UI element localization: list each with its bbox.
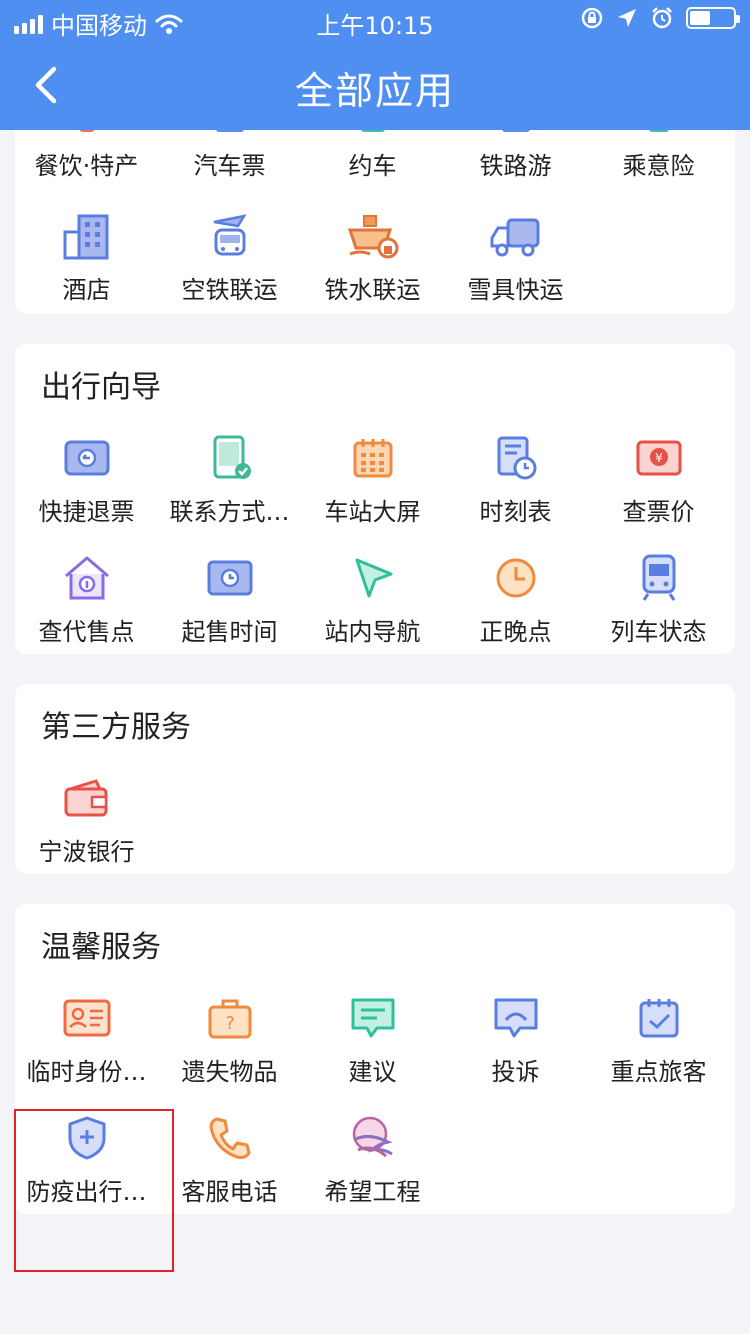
page-title: 全部应用 [294, 69, 455, 113]
app-contact-info[interactable]: 联系方式… [158, 430, 301, 540]
app-rail-water[interactable]: 铁水联运 [301, 208, 444, 318]
id-card-icon [63, 999, 110, 1037]
lost-bag-icon: ? [208, 999, 251, 1039]
app-label: 起售时间 [181, 618, 278, 646]
home-agent-icon [64, 556, 109, 600]
app-label: 时刻表 [479, 498, 552, 526]
ticket-clock-icon [207, 560, 252, 596]
svg-text:¥: ¥ [655, 451, 663, 465]
yen-ticket-icon: ¥ [636, 440, 681, 476]
app-label: 铁水联运 [324, 276, 421, 304]
wallet-icon [64, 779, 107, 817]
top-bar: 中国移动 上午10:15 全部应用 [0, 0, 750, 130]
plane-train-icon [213, 214, 247, 256]
app-suggestion[interactable]: 建议 [301, 990, 444, 1100]
app-label: 雪具快运 [467, 276, 564, 304]
app-label: 空铁联运 [181, 276, 278, 304]
app-check-fare[interactable]: ¥ 查票价 [587, 430, 730, 540]
svg-text:?: ? [225, 1013, 235, 1034]
app-label: 投诉 [491, 1058, 540, 1086]
app-label: 车站大屏 [324, 498, 421, 526]
app-label: 宁波银行 [38, 838, 135, 866]
refund-ticket-icon [64, 440, 109, 476]
app-timetable[interactable]: 时刻表 [444, 430, 587, 540]
app-label: 正晚点 [479, 618, 552, 646]
building-icon [63, 214, 108, 260]
calendar-check-icon [639, 999, 678, 1038]
clock-icon [496, 558, 535, 598]
app-label: 建议 [348, 1058, 397, 1086]
app-label: 汽车票 [193, 152, 266, 180]
app-station-navigation[interactable]: 站内导航 [301, 550, 444, 660]
app-ski-express[interactable]: 雪具快运 [444, 208, 587, 318]
app-label: 联系方式… [169, 498, 290, 526]
hope-project-icon [352, 1116, 393, 1158]
card-travel-guide: 出行向导 快捷退票 联系方式… 车站大屏 时刻表 ¥ 查票价 查代售点 起售时间… [15, 344, 735, 654]
app-customer-service-phone[interactable]: 客服电话 [158, 1110, 301, 1220]
app-label: 站内导航 [324, 618, 421, 646]
app-label: 快捷退票 [38, 498, 135, 526]
section-title: 第三方服务 [41, 710, 191, 745]
app-label: 遗失物品 [181, 1058, 278, 1086]
card-travel-services: 餐饮·特产 汽车票 约车 铁路游 乘意险 酒店 空铁联运 铁水联运 雪具快运 [15, 100, 735, 314]
schedule-clock-icon [497, 436, 536, 480]
location-icon [618, 9, 636, 27]
app-label: 约车 [348, 152, 397, 180]
complaint-chat-icon [494, 998, 537, 1038]
phone-check-icon [213, 435, 251, 479]
app-on-time-status[interactable]: 正晚点 [444, 550, 587, 660]
app-air-rail[interactable]: 空铁联运 [158, 208, 301, 318]
app-lost-items[interactable]: ? 遗失物品 [158, 990, 301, 1100]
train-icon [642, 554, 675, 601]
app-label: 希望工程 [324, 1178, 421, 1206]
app-label: 列车状态 [610, 618, 707, 646]
app-quick-refund[interactable]: 快捷退票 [15, 430, 158, 540]
app-label: 酒店 [62, 276, 111, 304]
app-label: 乘意险 [622, 152, 695, 180]
app-label: 查票价 [622, 498, 695, 526]
app-label: 餐饮·特产 [34, 152, 139, 180]
navigation-arrow-icon [355, 558, 392, 598]
app-label: 查代售点 [38, 618, 135, 646]
suggestion-chat-icon [351, 998, 394, 1038]
truck-icon [490, 218, 539, 257]
battery-icon [686, 7, 740, 29]
app-key-passengers[interactable]: 重点旅客 [587, 990, 730, 1100]
card-third-party: 第三方服务 宁波银行 [15, 684, 735, 874]
app-ningbo-bank[interactable]: 宁波银行 [15, 770, 158, 880]
app-label: 客服电话 [181, 1178, 278, 1206]
app-hotel[interactable]: 酒店 [15, 208, 158, 318]
app-hope-project[interactable]: 希望工程 [301, 1110, 444, 1220]
app-station-screen[interactable]: 车站大屏 [301, 430, 444, 540]
calendar-grid-icon [353, 439, 392, 478]
app-agent-outlets[interactable]: 查代售点 [15, 550, 158, 660]
alarm-icon [652, 7, 672, 29]
app-sale-time[interactable]: 起售时间 [158, 550, 301, 660]
status-bar: 中国移动 上午10:15 [0, 0, 750, 40]
phone-icon [209, 1117, 250, 1159]
app-train-status[interactable]: 列车状态 [587, 550, 730, 660]
app-label: 重点旅客 [610, 1058, 707, 1086]
rotation-lock-icon [581, 7, 603, 29]
highlight-box [14, 1109, 174, 1272]
section-title: 温馨服务 [41, 930, 161, 965]
app-label: 临时身份… [26, 1058, 147, 1086]
app-complaint[interactable]: 投诉 [444, 990, 587, 1100]
app-temp-id[interactable]: 临时身份… [15, 990, 158, 1100]
ship-train-icon [347, 215, 398, 259]
app-label: 铁路游 [479, 152, 552, 180]
section-title: 出行向导 [41, 370, 161, 405]
